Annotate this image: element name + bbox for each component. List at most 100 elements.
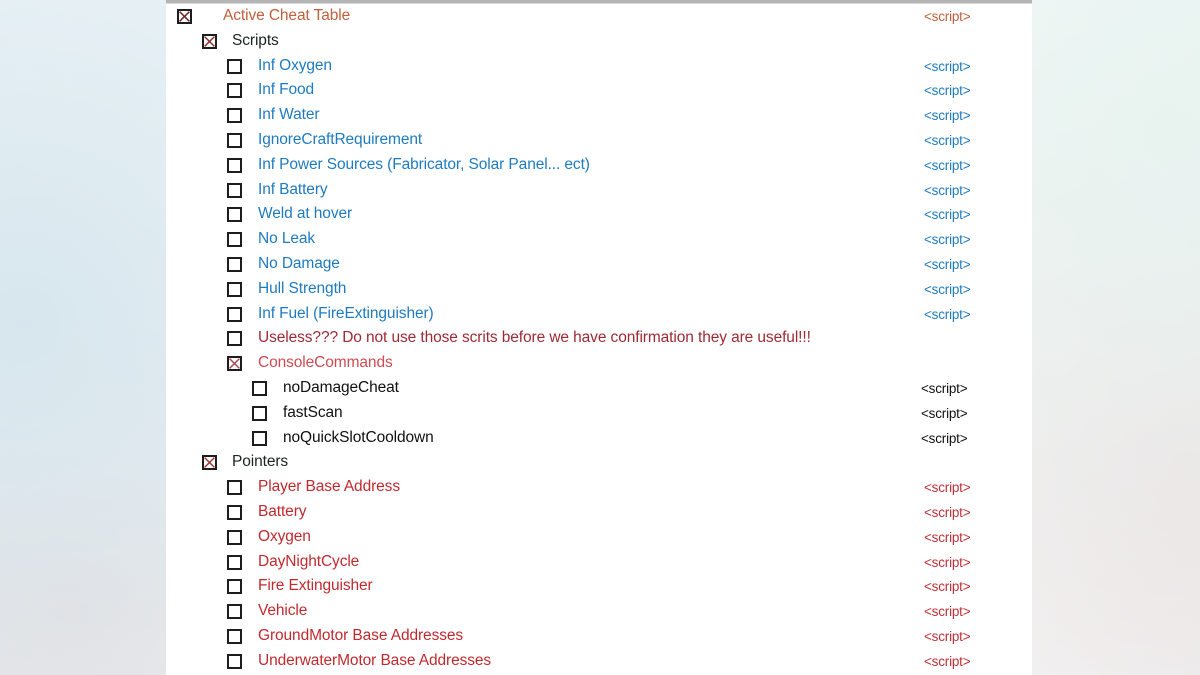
tree-label-scripts-group: Scripts — [232, 31, 279, 49]
checkbox-fire-extinguisher[interactable] — [227, 579, 242, 595]
script-cell-hull-strength[interactable]: <script> — [924, 280, 971, 299]
tree-label-ground-motor-base-addresses: GroundMotor Base Addresses — [258, 626, 464, 644]
script-cell-day-night-cycle[interactable]: <script> — [924, 553, 971, 572]
checkbox-player-base-address[interactable] — [227, 480, 242, 496]
tree-row-weld-at-hover[interactable]: Weld at hover <script> — [166, 202, 1032, 227]
checkbox-checked-pointers-group[interactable] — [202, 455, 217, 471]
script-cell-inf-water[interactable]: <script> — [924, 106, 971, 125]
tree-label-inf-fuel-fire-extinguisher: Inf Fuel (FireExtinguisher) — [258, 304, 434, 322]
tree-row-inf-food[interactable]: Inf Food <script> — [166, 78, 1032, 103]
tree-row-no-quick-slot-cooldown[interactable]: noQuickSlotCooldown <script> — [166, 426, 1032, 451]
tree-row-no-leak[interactable]: No Leak <script> — [166, 227, 1032, 252]
tree-label-pointers-group: Pointers — [232, 453, 289, 471]
checkbox-hull-strength[interactable] — [227, 281, 242, 297]
checkbox-inf-power-sources[interactable] — [227, 157, 242, 173]
checkbox-inf-oxygen[interactable] — [227, 58, 242, 74]
tree-row-console-commands-group[interactable]: ConsoleCommands — [166, 351, 1032, 376]
tree-row-pointers-group[interactable]: Pointers — [166, 450, 1032, 475]
script-cell-inf-food[interactable]: <script> — [924, 81, 971, 100]
tree-row-battery[interactable]: Battery <script> — [166, 500, 1032, 525]
script-cell-inf-oxygen[interactable]: <script> — [924, 57, 971, 76]
tree-row-useless-warning[interactable]: Useless??? Do not use those scrits befor… — [166, 326, 1032, 351]
tree-label-active-cheat-table: Active Cheat Table — [223, 7, 351, 24]
script-cell-no-damage-cheat[interactable]: <script> — [921, 379, 968, 398]
tree-row-player-base-address[interactable]: Player Base Address <script> — [166, 475, 1032, 500]
script-cell-oxygen[interactable]: <script> — [924, 528, 971, 547]
checkbox-inf-water[interactable] — [227, 108, 242, 124]
checkbox-no-leak[interactable] — [227, 232, 242, 248]
checkbox-inf-fuel-fire-extinguisher[interactable] — [227, 306, 242, 322]
script-cell-no-leak[interactable]: <script> — [924, 230, 971, 249]
script-cell-fire-extinguisher[interactable]: <script> — [924, 577, 971, 596]
tree-row-inf-power-sources[interactable]: Inf Power Sources (Fabricator, Solar Pan… — [166, 153, 1032, 178]
tree-row-fire-extinguisher[interactable]: Fire Extinguisher <script> — [166, 574, 1032, 599]
tree-label-battery: Battery — [258, 502, 307, 520]
tree-row-no-damage-cheat[interactable]: noDamageCheat <script> — [166, 376, 1032, 401]
tree-row-fast-scan[interactable]: fastScan <script> — [166, 401, 1032, 426]
tree-row-day-night-cycle[interactable]: DayNightCycle <script> — [166, 550, 1032, 575]
script-cell-ground-motor-base-addresses[interactable]: <script> — [924, 627, 971, 646]
cross-mark-icon — [204, 35, 215, 47]
checkbox-checked-active-cheat-table[interactable] — [177, 9, 192, 24]
tree-label-hull-strength: Hull Strength — [258, 279, 347, 297]
tree-row-oxygen[interactable]: Oxygen <script> — [166, 525, 1032, 550]
tree-label-inf-food: Inf Food — [258, 81, 315, 99]
tree-label-console-commands-group: ConsoleCommands — [258, 354, 393, 372]
script-cell-player-base-address[interactable]: <script> — [924, 478, 971, 497]
script-cell-weld-at-hover[interactable]: <script> — [924, 205, 971, 224]
script-cell-ignore-craft-requirement[interactable]: <script> — [924, 131, 971, 150]
tree-label-day-night-cycle: DayNightCycle — [258, 552, 360, 570]
tree-row-inf-water[interactable]: Inf Water <script> — [166, 103, 1032, 128]
tree-label-ignore-craft-requirement: IgnoreCraftRequirement — [258, 130, 423, 148]
checkbox-vehicle[interactable] — [227, 604, 242, 620]
script-cell-inf-battery[interactable]: <script> — [924, 181, 971, 200]
checkbox-fast-scan[interactable] — [252, 405, 267, 421]
checkbox-oxygen[interactable] — [227, 529, 242, 545]
checkbox-ground-motor-base-addresses[interactable] — [227, 628, 242, 644]
script-cell-inf-power-sources[interactable]: <script> — [924, 156, 971, 175]
checkbox-useless-warning[interactable] — [227, 331, 242, 347]
script-cell-no-damage[interactable]: <script> — [924, 255, 971, 274]
tree-row-underwater-motor-base-addresses[interactable]: UnderwaterMotor Base Addresses <script> — [166, 649, 1032, 674]
checkbox-no-damage-cheat[interactable] — [252, 380, 267, 396]
cross-mark-icon — [204, 457, 215, 469]
script-cell-no-quick-slot-cooldown[interactable]: <script> — [921, 429, 968, 448]
script-cell-battery[interactable]: <script> — [924, 503, 971, 522]
tree-label-no-damage: No Damage — [258, 254, 340, 272]
script-cell-inf-fuel-fire-extinguisher[interactable]: <script> — [924, 305, 971, 324]
checkbox-day-night-cycle[interactable] — [227, 554, 242, 570]
tree-row-no-damage[interactable]: No Damage <script> — [166, 252, 1032, 277]
tree-row-inf-battery[interactable]: Inf Battery <script> — [166, 178, 1032, 203]
tree-label-inf-oxygen: Inf Oxygen — [258, 56, 332, 74]
checkbox-checked-console-commands-group[interactable] — [227, 356, 242, 372]
tree-row-hull-strength[interactable]: Hull Strength <script> — [166, 277, 1032, 302]
script-cell-underwater-motor-base-addresses[interactable]: <script> — [924, 652, 971, 671]
checkbox-underwater-motor-base-addresses[interactable] — [227, 653, 242, 669]
tree-row-inf-oxygen[interactable]: Inf Oxygen <script> — [166, 54, 1032, 79]
checkbox-inf-food[interactable] — [227, 83, 242, 99]
tree-label-no-quick-slot-cooldown: noQuickSlotCooldown — [283, 428, 434, 446]
checkbox-no-quick-slot-cooldown[interactable] — [252, 430, 267, 446]
checkbox-battery[interactable] — [227, 504, 242, 520]
cheat-table-tree-panel[interactable]: Active Cheat Table <script> Scripts Inf Oxy… — [166, 0, 1032, 675]
tree-label-player-base-address: Player Base Address — [258, 478, 400, 496]
tree-row-active-cheat-table[interactable]: Active Cheat Table <script> — [166, 4, 1032, 29]
script-cell-vehicle[interactable]: <script> — [924, 602, 971, 621]
checkbox-ignore-craft-requirement[interactable] — [227, 132, 242, 148]
checkbox-no-damage[interactable] — [227, 256, 242, 272]
cheat-table-rows: Active Cheat Table <script> Scripts Inf Oxy… — [166, 4, 1032, 674]
script-cell-active-cheat-table[interactable]: <script> — [924, 7, 971, 26]
cross-mark-icon — [179, 11, 190, 22]
checkbox-checked-scripts-group[interactable] — [202, 33, 217, 49]
tree-row-scripts-group[interactable]: Scripts — [166, 29, 1032, 54]
tree-row-ignore-craft-requirement[interactable]: IgnoreCraftRequirement <script> — [166, 128, 1032, 153]
tree-row-inf-fuel-fire-extinguisher[interactable]: Inf Fuel (FireExtinguisher) <script> — [166, 302, 1032, 327]
checkbox-weld-at-hover[interactable] — [227, 207, 242, 223]
tree-row-vehicle[interactable]: Vehicle <script> — [166, 599, 1032, 624]
tree-row-ground-motor-base-addresses[interactable]: GroundMotor Base Addresses <script> — [166, 624, 1032, 649]
tree-label-weld-at-hover: Weld at hover — [258, 205, 353, 223]
tree-label-fire-extinguisher: Fire Extinguisher — [258, 577, 373, 595]
checkbox-inf-battery[interactable] — [227, 182, 242, 198]
tree-label-no-damage-cheat: noDamageCheat — [283, 378, 399, 396]
script-cell-fast-scan[interactable]: <script> — [921, 404, 968, 423]
